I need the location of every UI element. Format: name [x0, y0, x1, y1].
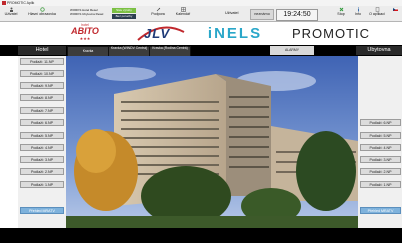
alarm-button[interactable]: ALARMY [270, 46, 314, 55]
status-dark-badge: Bez poruchy [112, 14, 136, 19]
abito-text: ABITO [71, 26, 99, 36]
hotel-photo [66, 56, 358, 228]
ubytovna-floor-2[interactable]: Podlaží: 2.NP [360, 168, 401, 175]
hotel-floor-2[interactable]: Podlaží: 2.NP [20, 168, 64, 175]
promotic-logo: PROMOTIC [291, 26, 371, 41]
hotel-floor-4[interactable]: Podlaží: 4.NP [20, 144, 64, 151]
hotel-floor-10[interactable]: Podlaží: 10.NP [20, 70, 64, 77]
ubytovna-floor-6[interactable]: Podlaží: 6.NP [360, 119, 401, 126]
logo-inner: hotel ABITO ★★★ JLV iNELS PROMOTIC [18, 22, 388, 45]
site-info: WORKS Hotel Resel WORKS Ubytovna Resel [70, 8, 110, 16]
hotel-title: Hotel [18, 46, 66, 55]
hotel-floor-6[interactable]: Podlaží: 6.NP [20, 119, 64, 126]
clock: 19:24:50 [276, 9, 318, 21]
jlv-text: JLV [144, 26, 171, 41]
toolbar: Uživatel Hlavní obrazovka WORKS Hotel Re… [0, 6, 402, 22]
ubytovna-floor-3[interactable]: Podlaží: 3.NP [360, 156, 401, 163]
user-button-label: Uživatel [4, 12, 18, 16]
support-button[interactable]: Podpora [148, 7, 168, 20]
ubytovna-overview[interactable]: Přehled MRATV [360, 207, 401, 214]
ubytovna-title: Ubytovna [356, 46, 402, 55]
inels-logo: iNELS [207, 25, 263, 42]
support-button-label: Podpora [151, 12, 165, 16]
main-screen-button[interactable]: Hlavní obrazovka [25, 7, 59, 20]
abito-logo: hotel ABITO ★★★ [68, 23, 102, 44]
calendar-button[interactable]: Kalendář [172, 7, 194, 20]
hotel-sidebar: Podlaží: 11.NP Podlaží: 10.NP Podlaží: 9… [18, 56, 66, 228]
app-icon [2, 1, 6, 5]
main-screen-button-label: Hlavní obrazovka [28, 12, 56, 16]
ubytovna-sidebar: Podlaží: 6.NP Podlaží: 5.NP Podlaží: 4.N… [358, 56, 402, 228]
info-button[interactable]: Info [352, 7, 364, 20]
calendar-button-label: Kalendář [175, 12, 191, 16]
about-button[interactable]: O aplikaci [367, 7, 387, 20]
hotel-floor-1[interactable]: Podlaží: 1.NP [20, 181, 64, 188]
info-button-label: Info [355, 12, 361, 16]
footer-bar [0, 228, 402, 243]
hotel-photo-image [66, 56, 358, 228]
hotel-floor-5[interactable]: Podlaží: 5.NP [20, 132, 64, 139]
about-button-label: O aplikaci [369, 12, 385, 16]
ubytovna-floor-5[interactable]: Podlaží: 5.NP [360, 132, 401, 139]
jlv-logo: JLV [136, 24, 186, 43]
ubytovna-floor-4[interactable]: Podlaží: 4.NP [360, 144, 401, 151]
abito-stars: ★★★ [79, 36, 91, 41]
user-label: Uživatel [225, 11, 239, 15]
stop-button-label: Stop [337, 12, 345, 16]
flag-icon [393, 7, 398, 11]
user-value: neznámo [250, 9, 274, 20]
stop-button[interactable]: Stop [335, 7, 347, 20]
logo-band: hotel ABITO ★★★ JLV iNELS PROMOTIC [0, 22, 402, 45]
nav-bar: Hotel Kravka Kravka (WINDV Centrá) Kravk… [0, 45, 402, 57]
hotel-floor-9[interactable]: Podlaží: 9.NP [20, 82, 64, 89]
status-green-badge: Stav výroby [112, 8, 136, 13]
user-button[interactable]: Uživatel [3, 7, 19, 20]
hotel-floor-8[interactable]: Podlaží: 8.NP [20, 94, 64, 101]
hotel-floor-11[interactable]: Podlaží: 11.NP [20, 58, 64, 65]
hotel-floor-3[interactable]: Podlaží: 3.NP [20, 156, 64, 163]
window-title: PROMOTIC Aplik [7, 1, 35, 5]
site-info-line2: WORKS Ubytovna Resel [70, 12, 104, 16]
hotel-overview[interactable]: Přehled MRATV [20, 207, 64, 214]
ubytovna-floor-1[interactable]: Podlaží: 1.NP [360, 181, 401, 188]
hotel-floor-7[interactable]: Podlaží: 7.NP [20, 107, 64, 114]
language-button[interactable] [391, 7, 400, 20]
